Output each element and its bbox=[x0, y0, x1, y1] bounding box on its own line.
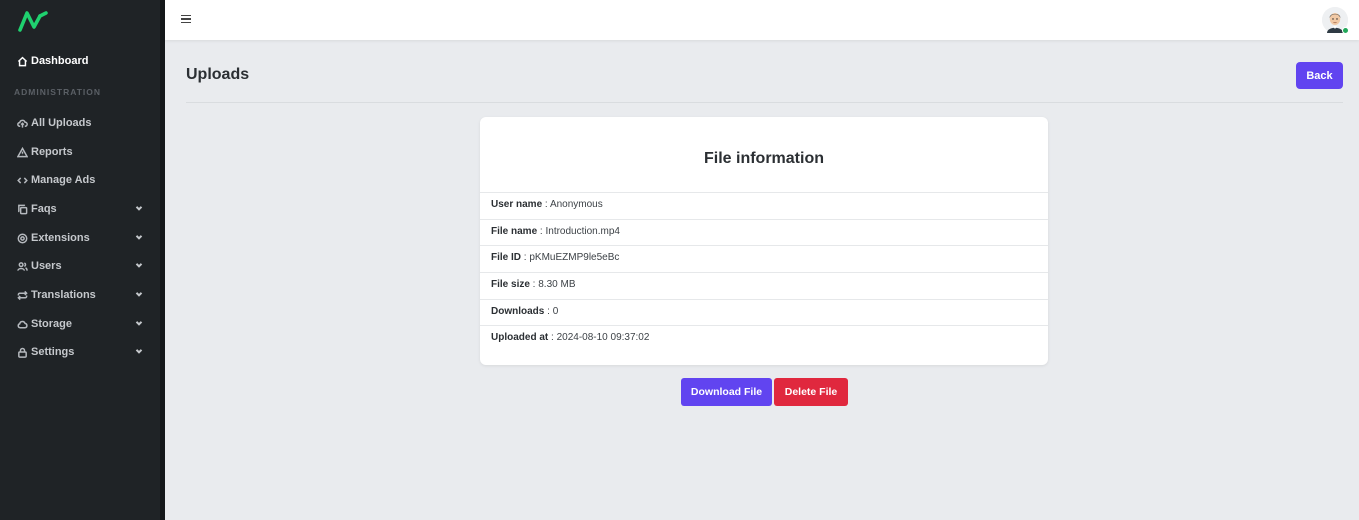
sidebar-item-extensions[interactable]: Extensions bbox=[0, 227, 160, 249]
sidebar-item-storage[interactable]: Storage bbox=[0, 313, 160, 335]
topbar bbox=[165, 0, 1359, 40]
chevron-down-icon bbox=[134, 232, 144, 245]
copy-icon bbox=[14, 204, 30, 215]
info-row-file-size: File size : 8.30 MB bbox=[480, 272, 1048, 299]
home-icon bbox=[14, 56, 30, 67]
sidebar-item-label: Translations bbox=[31, 289, 96, 301]
delete-file-button[interactable]: Delete File bbox=[774, 378, 848, 406]
sidebar-item-label: Manage Ads bbox=[31, 174, 96, 186]
info-label: Uploaded at bbox=[491, 332, 549, 343]
sidebar-item-manage-ads[interactable]: Manage Ads bbox=[0, 169, 160, 191]
info-value: Anonymous bbox=[549, 199, 603, 210]
cloud-upload-icon bbox=[14, 118, 30, 129]
gear-icon bbox=[14, 233, 30, 244]
info-label: File size bbox=[491, 279, 530, 290]
back-button[interactable]: Back bbox=[1296, 62, 1343, 89]
chevron-down-icon bbox=[134, 318, 144, 331]
warning-icon bbox=[14, 146, 30, 158]
cloud-icon bbox=[14, 319, 30, 330]
user-avatar[interactable] bbox=[1322, 7, 1349, 34]
sidebar-item-settings[interactable]: Settings bbox=[0, 341, 160, 363]
menu-toggle-icon[interactable] bbox=[181, 15, 191, 25]
lock-icon bbox=[14, 347, 30, 358]
sidebar-item-label: Dashboard bbox=[31, 55, 89, 67]
sidebar-item-label: Extensions bbox=[31, 232, 90, 244]
info-label: Downloads bbox=[491, 306, 545, 317]
sidebar-item-dashboard[interactable]: Dashboard bbox=[0, 50, 160, 72]
app-root: Dashboard ADMINISTRATION All Uploads Rep… bbox=[0, 0, 1359, 520]
info-value: 0 bbox=[552, 306, 559, 317]
info-row-user-name: User name : Anonymous bbox=[480, 192, 1048, 219]
sidebar-item-label: Settings bbox=[31, 346, 75, 358]
page-title: Uploads bbox=[186, 66, 250, 83]
chevron-down-icon bbox=[134, 346, 144, 359]
download-file-button[interactable]: Download File bbox=[681, 378, 772, 406]
info-value: Introduction.mp4 bbox=[545, 226, 620, 237]
sidebar-item-all-uploads[interactable]: All Uploads bbox=[0, 112, 160, 134]
info-label: File name bbox=[491, 226, 538, 237]
info-value: pKMuEZMP9le5eBc bbox=[529, 252, 620, 263]
header-divider bbox=[186, 102, 1343, 103]
brand-logo[interactable] bbox=[18, 10, 48, 32]
sidebar-item-label: Faqs bbox=[31, 203, 57, 215]
sidebar-item-label: Storage bbox=[31, 318, 72, 330]
chevron-down-icon bbox=[134, 260, 144, 273]
repeat-icon bbox=[14, 290, 30, 301]
code-icon bbox=[14, 175, 30, 186]
sidebar-item-users[interactable]: Users bbox=[0, 255, 160, 277]
info-label: User name bbox=[491, 199, 543, 210]
info-row-file-id: File ID : pKMuEZMP9le5eBc bbox=[480, 245, 1048, 272]
sidebar-item-label: Users bbox=[31, 260, 62, 272]
info-row-uploaded-at: Uploaded at : 2024-08-10 09:37:02 bbox=[480, 325, 1048, 352]
info-row-downloads: Downloads : 0 bbox=[480, 299, 1048, 326]
info-label: File ID bbox=[491, 252, 522, 263]
online-status-dot bbox=[1342, 27, 1349, 34]
sidebar-item-label: Reports bbox=[31, 146, 73, 158]
users-icon bbox=[14, 261, 30, 272]
sidebar-item-reports[interactable]: Reports bbox=[0, 141, 160, 163]
info-row-file-name: File name : Introduction.mp4 bbox=[480, 219, 1048, 246]
card-title: File information bbox=[704, 150, 824, 167]
file-info-card: File information User name : Anonymous F… bbox=[480, 117, 1048, 365]
sidebar: Dashboard ADMINISTRATION All Uploads Rep… bbox=[0, 0, 165, 520]
chevron-down-icon bbox=[134, 203, 144, 216]
sidebar-section-label: ADMINISTRATION bbox=[14, 87, 102, 97]
sidebar-item-translations[interactable]: Translations bbox=[0, 284, 160, 306]
chevron-down-icon bbox=[134, 289, 144, 302]
sidebar-item-label: All Uploads bbox=[31, 117, 92, 129]
info-value: 2024-08-10 09:37:02 bbox=[556, 332, 650, 343]
info-value: 8.30 MB bbox=[538, 279, 576, 290]
sidebar-item-faqs[interactable]: Faqs bbox=[0, 198, 160, 220]
